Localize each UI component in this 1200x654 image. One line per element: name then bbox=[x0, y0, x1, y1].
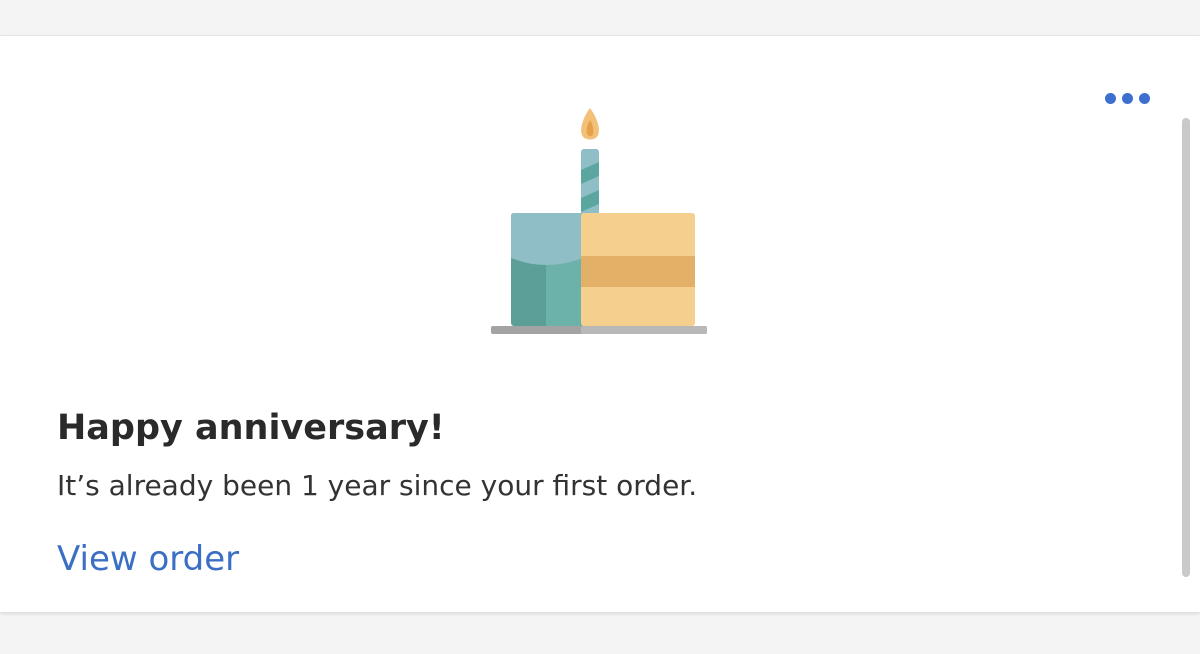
more-dot bbox=[1121, 92, 1133, 104]
more-dot bbox=[1138, 92, 1150, 104]
card-title: Happy anniversary! bbox=[57, 408, 445, 448]
more-dot bbox=[1104, 92, 1116, 104]
card-message: It’s already been 1 year since your firs… bbox=[57, 469, 698, 502]
birthday-cake-icon bbox=[491, 108, 707, 334]
view-order-link[interactable]: View order bbox=[57, 539, 239, 579]
more-options-button[interactable] bbox=[1098, 86, 1156, 110]
notification-card: Happy anniversary! It’s already been 1 y… bbox=[0, 35, 1200, 612]
scrollbar[interactable] bbox=[1182, 118, 1190, 577]
